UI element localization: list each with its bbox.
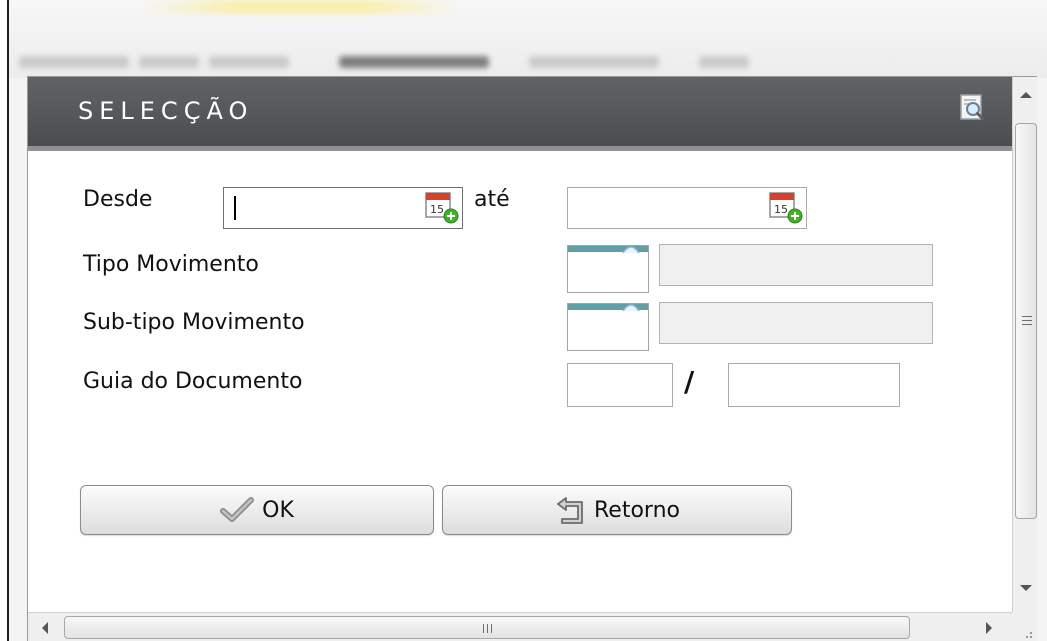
guia-documento-label: Guia do Documento (83, 369, 303, 394)
ate-label: até (474, 187, 510, 212)
background-menu-item (139, 56, 199, 68)
background-menu-item (529, 56, 659, 68)
selection-dialog: SELECÇÃO Desde 15 até 15 Tipo Movimento … (27, 76, 1038, 641)
scroll-right-arrow-icon[interactable] (986, 622, 992, 634)
checkmark-icon (220, 497, 255, 522)
dialog-title: SELECÇÃO (78, 97, 254, 125)
ok-button-label: OK (262, 497, 294, 523)
grip-line (483, 624, 484, 633)
calendar-icon[interactable]: 15 (768, 189, 804, 225)
guia-documento-number-field[interactable] (728, 363, 900, 407)
calendar-day-text: 15 (430, 203, 444, 216)
dialog-title-bar: SELECÇÃO (28, 77, 1012, 151)
background-toolbar (9, 0, 1047, 78)
desde-label: Desde (83, 187, 153, 212)
retorno-button[interactable]: Retorno (442, 485, 792, 535)
grip-line (491, 624, 492, 633)
grip-dot (1030, 636, 1032, 638)
background-menu-item (699, 56, 749, 68)
lookup-indicator-icon (622, 246, 640, 254)
resize-grip[interactable] (1012, 612, 1038, 641)
grip-line (487, 624, 488, 633)
grip-line (1022, 324, 1032, 325)
subtipo-movimento-label: Sub-tipo Movimento (83, 310, 305, 335)
horizontal-scroll-thumb[interactable] (64, 616, 910, 639)
text-caret (234, 196, 236, 220)
background-menu-item (339, 56, 489, 68)
retorno-button-label: Retorno (594, 497, 680, 523)
background-menu-item (209, 56, 289, 68)
background-menu-item (19, 56, 129, 68)
vertical-scroll-thumb[interactable] (1015, 123, 1037, 519)
vertical-scrollbar[interactable] (1012, 77, 1038, 612)
calendar-day-text: 15 (774, 203, 788, 216)
horizontal-scrollbar[interactable] (28, 612, 1012, 641)
tipo-movimento-label: Tipo Movimento (83, 252, 259, 277)
tipo-movimento-code-field[interactable] (567, 245, 649, 293)
guia-separator: / (684, 365, 695, 398)
ok-button[interactable]: OK (80, 485, 434, 535)
subtipo-movimento-description-field (659, 302, 933, 344)
application-window: SELECÇÃO Desde 15 até 15 Tipo Movimento … (7, 0, 1047, 641)
grip-line (1022, 320, 1032, 321)
calendar-icon[interactable]: 15 (424, 189, 460, 225)
ok-button-content: OK (81, 486, 433, 534)
grip-line (1022, 316, 1032, 317)
scroll-down-arrow-icon[interactable] (1020, 585, 1032, 591)
retorno-button-content: Retorno (443, 486, 791, 534)
grip-dot (1026, 636, 1028, 638)
scroll-up-arrow-icon[interactable] (1020, 92, 1032, 98)
background-highlight (139, 0, 459, 14)
scroll-left-arrow-icon[interactable] (42, 622, 48, 634)
grip-dot (1030, 632, 1032, 634)
subtipo-movimento-code-field[interactable] (567, 303, 649, 351)
lookup-indicator-icon (622, 304, 640, 312)
return-arrow-icon (557, 497, 583, 524)
guia-documento-series-field[interactable] (567, 363, 673, 407)
tipo-movimento-description-field (659, 244, 933, 286)
magnifier-page-icon[interactable] (958, 93, 988, 123)
